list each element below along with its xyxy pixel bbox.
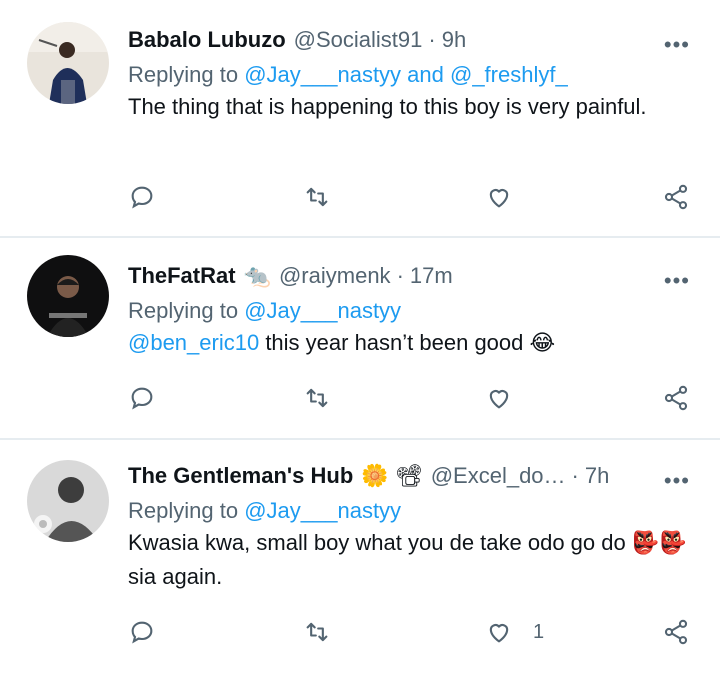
retweet-icon[interactable] [303, 183, 331, 211]
retweet-icon[interactable] [303, 384, 331, 412]
tweet-header: Babalo Lubuzo @Socialist91 · 9h [128, 24, 700, 56]
timestamp[interactable]: 9h [442, 27, 466, 53]
reply-icon[interactable] [128, 183, 156, 211]
tweet-header: The Gentleman's Hub 🌼 📽 @Excel_do… · 7h [128, 460, 700, 492]
timestamp[interactable]: 7h [585, 463, 609, 489]
like-icon[interactable] [485, 183, 533, 211]
display-name[interactable]: TheFatRat [128, 263, 236, 289]
replying-label: Replying to [128, 498, 239, 523]
timestamp[interactable]: 17m [410, 263, 453, 289]
tweet-content: Babalo Lubuzo @Socialist91 · 9h ••• Repl… [128, 24, 700, 124]
replying-label: Replying to [128, 298, 239, 323]
share-icon[interactable] [662, 384, 690, 412]
like-icon[interactable] [485, 384, 533, 412]
replying-to: Replying to @Jay___nastyy [128, 498, 700, 524]
tweet-text: @ben_eric10 this year hasn’t been good 😂 [128, 326, 700, 360]
replying-users[interactable]: @Jay___nastyy [244, 498, 401, 523]
reply-icon[interactable] [128, 618, 156, 646]
tweet-content: TheFatRat 🐀 @raiymenk · 17m ••• Replying… [128, 260, 700, 360]
share-icon[interactable] [662, 183, 690, 211]
replying-to: Replying to @Jay___nastyy [128, 298, 700, 324]
replying-users[interactable]: @Jay___nastyy and @_freshlyf_ [244, 62, 568, 87]
action-bar [128, 384, 688, 424]
tweet-text: Kwasia kwa, small boy what you de take o… [128, 530, 687, 589]
reply-icon[interactable] [128, 384, 156, 412]
tweet[interactable]: TheFatRat 🐀 @raiymenk · 17m ••• Replying… [0, 238, 720, 440]
avatar[interactable] [27, 255, 109, 337]
more-icon[interactable]: ••• [664, 468, 690, 494]
more-icon[interactable]: ••• [664, 268, 690, 294]
tweet-content: The Gentleman's Hub 🌼 📽 @Excel_do… · 7h … [128, 460, 700, 594]
avatar[interactable] [27, 22, 109, 104]
replying-to: Replying to @Jay___nastyy and @_freshlyf… [128, 62, 700, 88]
replying-label: Replying to [128, 62, 239, 87]
tweet[interactable]: The Gentleman's Hub 🌼 📽 @Excel_do… · 7h … [0, 440, 720, 676]
name-emoji: 🐀 [243, 263, 271, 288]
user-handle[interactable]: @raiymenk [279, 263, 391, 289]
tweet[interactable]: Babalo Lubuzo @Socialist91 · 9h ••• Repl… [0, 0, 720, 238]
like-icon[interactable]: 1 [485, 618, 544, 646]
name-emoji: 🌼 📽 [361, 463, 423, 488]
action-bar [128, 183, 688, 223]
tweet-header: TheFatRat 🐀 @raiymenk · 17m [128, 260, 700, 292]
action-bar: 1 [128, 618, 688, 658]
like-count: 1 [533, 620, 545, 643]
more-icon[interactable]: ••• [664, 32, 690, 58]
display-name[interactable]: The Gentleman's Hub [128, 463, 353, 489]
separator-dot: · [428, 27, 436, 52]
share-icon[interactable] [662, 618, 690, 646]
replying-users[interactable]: @Jay___nastyy [244, 298, 401, 323]
tweet-text-body: this year hasn’t been good 😂 [259, 330, 556, 355]
separator-dot: · [571, 463, 579, 488]
avatar[interactable] [27, 460, 109, 542]
mention-link[interactable]: @ben_eric10 [128, 330, 259, 355]
tweet-text: The thing that is happening to this boy … [128, 94, 647, 119]
user-handle[interactable]: @Socialist91 [294, 27, 423, 53]
separator-dot: · [396, 263, 404, 288]
user-handle[interactable]: @Excel_do… [431, 463, 566, 489]
display-name[interactable]: Babalo Lubuzo [128, 27, 286, 53]
retweet-icon[interactable] [303, 618, 331, 646]
